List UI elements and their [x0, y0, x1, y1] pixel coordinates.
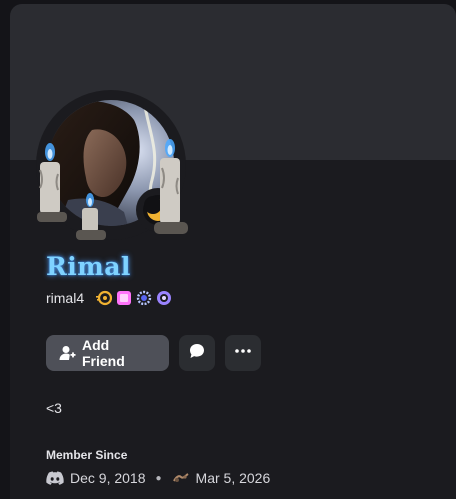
profile-actions: Add Friend [46, 335, 271, 371]
chat-bubble-icon [188, 342, 206, 365]
username[interactable]: rimal4 [46, 290, 84, 306]
profile-bio: <3 [46, 400, 62, 416]
discord-logo-icon [46, 471, 64, 485]
quest-badge-icon[interactable] [156, 290, 172, 306]
profile-card: Rimal rimal4 Add Friend <3 Member Since … [10, 4, 456, 499]
server-icon [172, 471, 190, 485]
add-friend-button[interactable]: Add Friend [46, 335, 169, 371]
candle-decoration-icon [37, 139, 188, 240]
display-name: Rimal [46, 252, 131, 281]
more-options-button[interactable] [225, 335, 261, 371]
member-since-title: Member Since [46, 448, 128, 462]
discord-member-date: Dec 9, 2018 [70, 470, 146, 486]
message-button[interactable] [179, 335, 215, 371]
more-dots-icon [234, 342, 252, 365]
server-member-date: Mar 5, 2026 [195, 470, 271, 486]
member-since-row: Dec 9, 2018 ● Mar 5, 2026 [46, 468, 270, 488]
username-row: rimal4 [46, 288, 176, 308]
add-friend-label: Add Friend [82, 337, 125, 369]
nitro-badge-icon[interactable] [96, 290, 113, 306]
add-user-icon [58, 344, 76, 362]
avatar[interactable] [36, 90, 196, 245]
hypesquad-badge-icon[interactable] [136, 290, 152, 306]
boost-badge-icon[interactable] [116, 290, 132, 306]
separator-dot: ● [155, 472, 162, 484]
